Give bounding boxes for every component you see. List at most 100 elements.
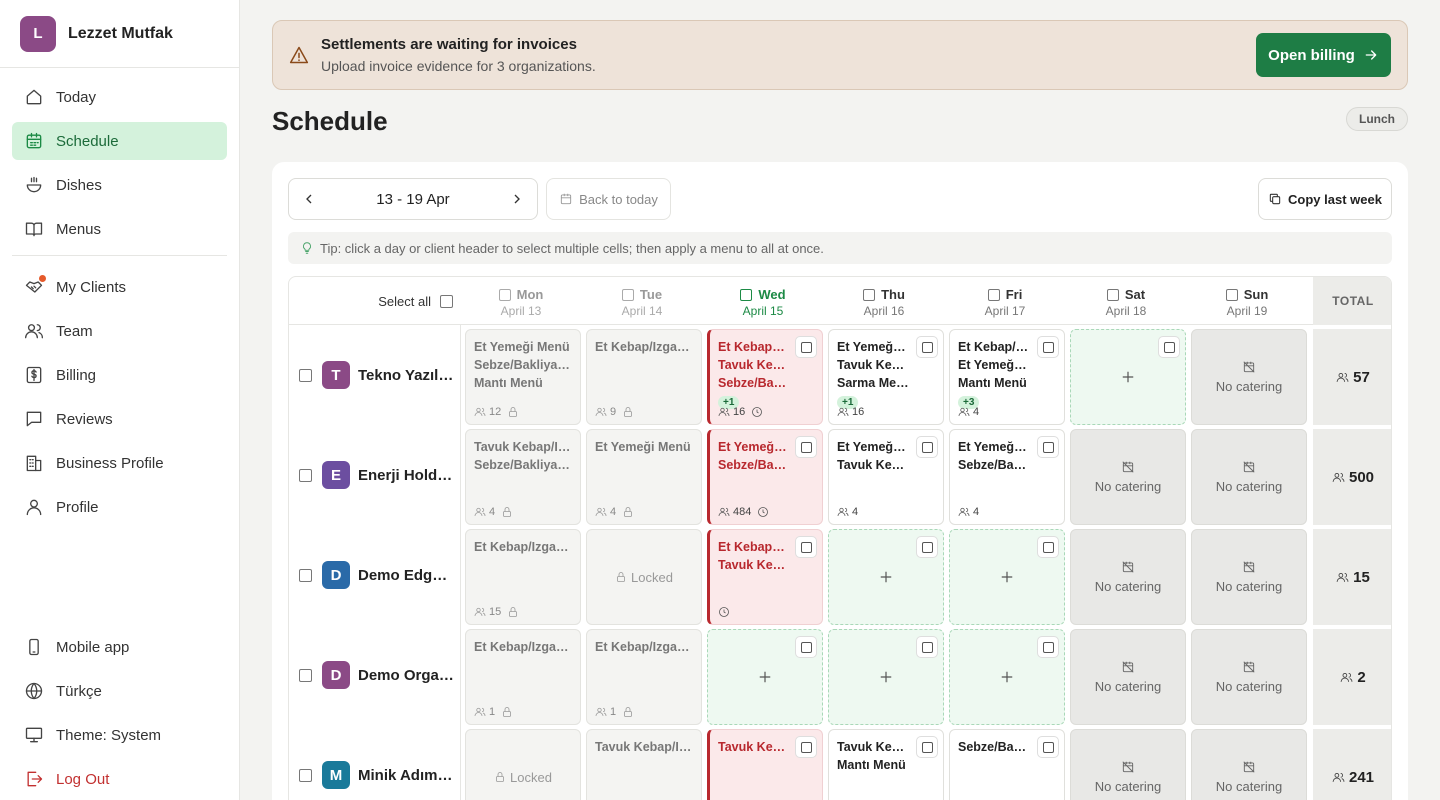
schedule-cell-past[interactable]: Et Yemeği Menü 4 [586, 429, 702, 525]
schedule-cell-today[interactable]: Et Kebap/Izgara MenüTavuk Kebap/Izgara M… [707, 529, 823, 625]
cell-select[interactable] [795, 636, 817, 658]
client-checkbox[interactable] [299, 568, 312, 582]
cell-select[interactable] [916, 636, 938, 658]
cell-checkbox[interactable] [800, 541, 812, 553]
cell-checkbox[interactable] [1042, 441, 1054, 453]
nav-item-billing[interactable]: Billing [12, 356, 227, 394]
nav-item-mobile-app[interactable]: Mobile app [12, 628, 227, 666]
cell-checkbox[interactable] [800, 641, 812, 653]
nav-item-theme-system[interactable]: Theme: System [12, 716, 227, 754]
schedule-cell-empty[interactable] [949, 629, 1065, 725]
nav-item-business-profile[interactable]: Business Profile [12, 444, 227, 482]
schedule-cell-locked[interactable]: Locked [465, 729, 581, 800]
day-checkbox[interactable] [987, 288, 1000, 301]
day-header-thu[interactable]: Thu April 16 [824, 277, 944, 325]
schedule-cell-past[interactable]: Et Kebap/Izgara Menü 9 [586, 329, 702, 425]
schedule-cell-future[interactable]: Et Kebap/Izgara MenüEt Yemeği MenüMantı … [949, 329, 1065, 425]
cell-select[interactable] [795, 536, 817, 558]
day-checkbox[interactable] [498, 288, 511, 301]
cell-select[interactable] [916, 536, 938, 558]
schedule-cell-today[interactable]: Tavuk Kebap/Izgara Menü [707, 729, 823, 800]
day-header-sun[interactable]: Sun April 19 [1187, 277, 1307, 325]
back-to-today-button[interactable]: Back to today [546, 178, 671, 220]
schedule-cell-past[interactable]: Tavuk Kebap/Izgara Menü [586, 729, 702, 800]
nav-item-türkçe[interactable]: Türkçe [12, 672, 227, 710]
schedule-cell-none[interactable]: No catering [1191, 429, 1307, 525]
cell-checkbox[interactable] [921, 641, 933, 653]
schedule-cell-today[interactable]: Et Kebap/Izgara MenüTavuk Kebap/Izgara M… [707, 329, 823, 425]
schedule-cell-empty[interactable] [828, 629, 944, 725]
schedule-cell-locked[interactable]: Locked [586, 529, 702, 625]
cell-checkbox[interactable] [800, 741, 812, 753]
nav-item-profile[interactable]: Profile [12, 488, 227, 526]
cell-select[interactable] [1037, 536, 1059, 558]
schedule-cell-past[interactable]: Et Kebap/Izgara Menü 1 [586, 629, 702, 725]
nav-item-log-out[interactable]: Log Out [12, 760, 227, 798]
schedule-cell-past[interactable]: Et Yemeği Menü Sebze/Bakliyat Menü Mantı M… [465, 329, 581, 425]
nav-item-schedule[interactable]: Schedule [12, 122, 227, 160]
select-all-checkbox[interactable] [440, 294, 453, 308]
cell-select[interactable] [916, 736, 938, 758]
cell-select[interactable] [1037, 636, 1059, 658]
schedule-cell-future[interactable]: Et Yemeği MenüTavuk Kebap/Izgara MenüSar… [828, 329, 944, 425]
select-all[interactable]: Select all [289, 277, 461, 325]
day-header-fri[interactable]: Fri April 17 [945, 277, 1065, 325]
open-billing-button[interactable]: Open billing [1256, 33, 1391, 77]
day-checkbox[interactable] [1106, 288, 1119, 301]
cell-select[interactable] [795, 436, 817, 458]
nav-item-my-clients[interactable]: My Clients [12, 268, 227, 306]
nav-item-dishes[interactable]: Dishes [12, 166, 227, 204]
nav-item-reviews[interactable]: Reviews [12, 400, 227, 438]
cell-checkbox[interactable] [921, 541, 933, 553]
day-checkbox[interactable] [621, 288, 634, 301]
schedule-cell-none[interactable]: No catering [1070, 629, 1186, 725]
cell-checkbox[interactable] [1163, 341, 1175, 353]
day-header-wed[interactable]: Wed April 15 [703, 277, 823, 325]
schedule-cell-past[interactable]: Et Kebap/Izgara Menü 15 [465, 529, 581, 625]
copy-last-week-button[interactable]: Copy last week [1258, 178, 1392, 220]
week-range[interactable]: 13 - 19 Apr [376, 191, 449, 208]
schedule-cell-future[interactable]: Sebze/Bakliyat Menü [949, 729, 1065, 800]
client-header[interactable]: D Demo Edge Ltd. [289, 525, 461, 625]
schedule-cell-empty[interactable] [828, 529, 944, 625]
cell-checkbox[interactable] [1042, 741, 1054, 753]
day-checkbox[interactable] [1225, 288, 1238, 301]
schedule-cell-empty[interactable] [1070, 329, 1186, 425]
chevron-left-icon[interactable] [301, 191, 317, 207]
cell-select[interactable] [1158, 336, 1180, 358]
schedule-cell-empty[interactable] [949, 529, 1065, 625]
cell-checkbox[interactable] [1042, 641, 1054, 653]
client-checkbox[interactable] [299, 368, 312, 382]
cell-checkbox[interactable] [800, 341, 812, 353]
schedule-cell-empty[interactable] [707, 629, 823, 725]
cell-checkbox[interactable] [1042, 541, 1054, 553]
day-header-tue[interactable]: Tue April 14 [582, 277, 702, 325]
nav-item-today[interactable]: Today [12, 78, 227, 116]
cell-checkbox[interactable] [800, 441, 812, 453]
cell-select[interactable] [795, 736, 817, 758]
schedule-cell-today[interactable]: Et Yemeği MenüSebze/Bakliyat Menü484 [707, 429, 823, 525]
client-checkbox[interactable] [299, 668, 312, 682]
schedule-cell-future[interactable]: Et Yemeği MenüTavuk Kebap/Izgara Menü4 [828, 429, 944, 525]
client-header[interactable]: E Enerji Holding [289, 425, 461, 525]
schedule-cell-none[interactable]: No catering [1191, 629, 1307, 725]
cell-select[interactable] [916, 336, 938, 358]
schedule-cell-past[interactable]: Et Kebap/Izgara Menü 1 [465, 629, 581, 725]
schedule-cell-none[interactable]: No catering [1070, 529, 1186, 625]
client-header[interactable]: D Demo Organizasyon [289, 625, 461, 725]
schedule-cell-none[interactable]: No catering [1191, 529, 1307, 625]
schedule-cell-none[interactable]: No catering [1191, 329, 1307, 425]
schedule-cell-none[interactable]: No catering [1070, 429, 1186, 525]
cell-checkbox[interactable] [1042, 341, 1054, 353]
chevron-right-icon[interactable] [509, 191, 525, 207]
client-header[interactable]: M Minik Adımlar Kreş [289, 725, 461, 800]
brand-header[interactable]: L Lezzet Mutfak [0, 0, 239, 68]
day-header-mon[interactable]: Mon April 13 [461, 277, 581, 325]
schedule-cell-none[interactable]: No catering [1191, 729, 1307, 800]
schedule-cell-none[interactable]: No catering [1070, 729, 1186, 800]
nav-item-team[interactable]: Team [12, 312, 227, 350]
client-header[interactable]: T Tekno Yazılım A.Ş. [289, 325, 461, 425]
schedule-cell-future[interactable]: Et Yemeği MenüSebze/Bakliyat Menü4 [949, 429, 1065, 525]
client-checkbox[interactable] [299, 468, 312, 482]
cell-checkbox[interactable] [921, 341, 933, 353]
